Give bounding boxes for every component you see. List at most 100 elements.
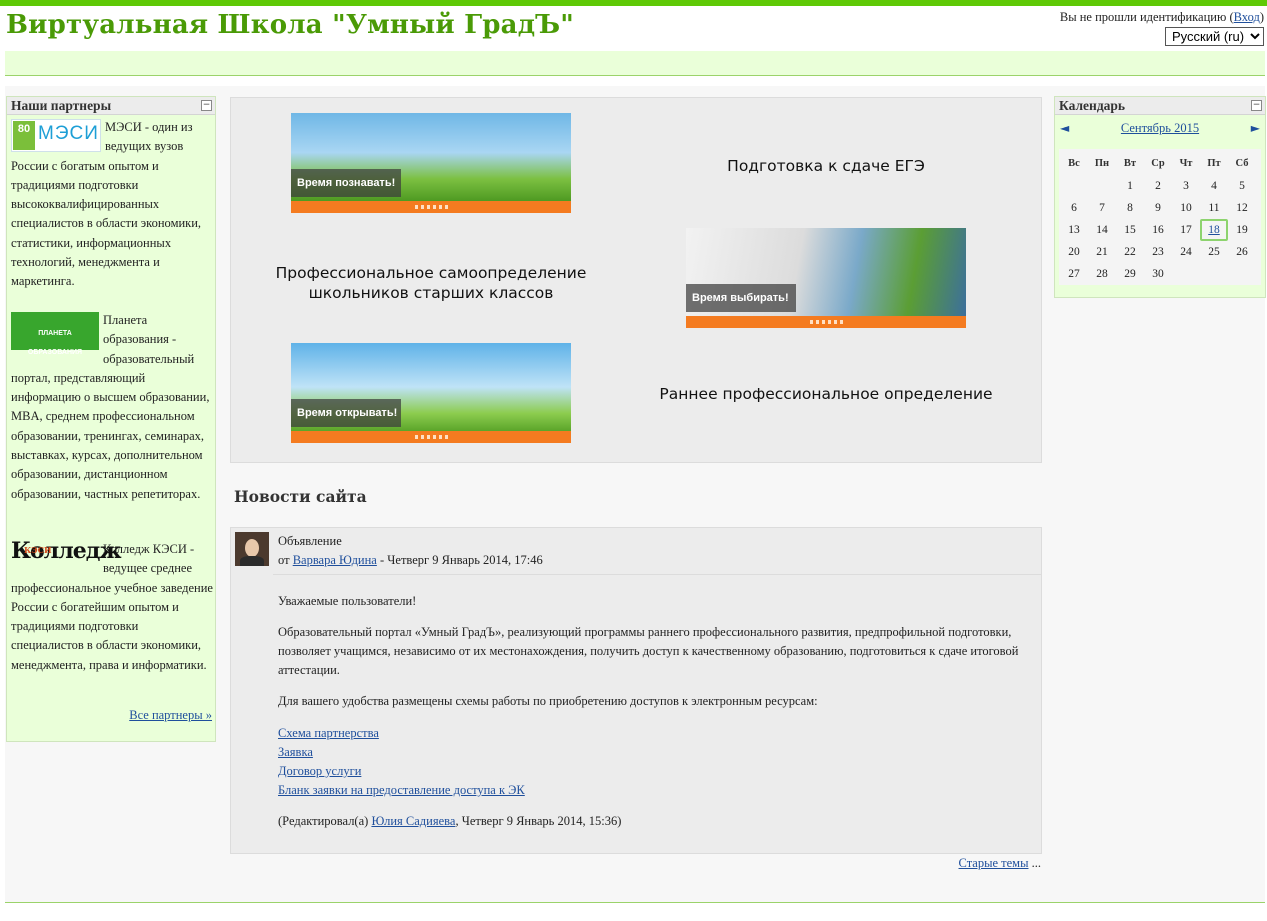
next-month-icon[interactable]: ► — [1251, 121, 1260, 135]
calendar-day: 7 — [1099, 202, 1105, 214]
banner-dots — [415, 435, 449, 439]
calendar-day[interactable]: 18 — [1200, 219, 1228, 241]
planeta-logo[interactable]: ПЛАНЕТА ОБРАЗОВАНИЯ — [11, 312, 99, 356]
post-edited: (Редактировал(а) Юлия Садияева, Четверг … — [278, 812, 1036, 831]
banner-caption: Время открывать! — [291, 399, 401, 427]
promo-panel: Время познавать! Подготовка к сдаче ЕГЭ … — [230, 97, 1042, 463]
top-accent-bar — [0, 0, 1267, 6]
link-access-form[interactable]: Бланк заявки на предоставление доступа к… — [278, 781, 1036, 800]
calendar-table: Вс Пн Вт Ср Чт Пт Сб 1 2 3 4 5 6 7 8 9 10 11 12 13 14 15 16 17 1… — [1059, 149, 1261, 285]
footer-line — [5, 902, 1265, 903]
older-topics: Старые темы ... — [959, 856, 1041, 871]
banner-choose[interactable]: Время выбирать! — [686, 228, 966, 328]
link-service-contract[interactable]: Договор услуги — [278, 762, 1036, 781]
calendar-day: 20 — [1068, 246, 1080, 258]
calendar-day: 19 — [1236, 224, 1248, 236]
promo-text-selfdetermination[interactable]: Профессиональное самоопределение школьни… — [271, 263, 591, 303]
post-greeting: Уважаемые пользователи! — [278, 594, 417, 608]
login-link[interactable]: Вход — [1234, 10, 1260, 24]
link-application[interactable]: Заявка — [278, 743, 1036, 762]
calendar-day: 8 — [1127, 202, 1133, 214]
calendar-weekday: Вт — [1123, 158, 1137, 169]
calendar-day: 21 — [1096, 246, 1108, 258]
calendar-block-header: Календарь − — [1055, 97, 1265, 115]
post-header: Объявление от Варвара Юдина - Четверг 9 … — [273, 528, 1041, 575]
navbar — [5, 51, 1265, 76]
partners-block-header: Наши партнеры − — [7, 97, 215, 115]
partner-college: Колледж КЭСИ Колледж КЭСИ - ведущее сред… — [11, 540, 213, 675]
partners-block-title: Наши партнеры — [11, 98, 112, 113]
partner-mesi: 80 МЭСИ МЭСИ - один из ведущих вузов Рос… — [11, 118, 213, 292]
post-paragraph: Образовательный портал «Умный ГрадЪ», ре… — [278, 625, 1019, 677]
calendar-day: 22 — [1124, 246, 1136, 258]
calendar-day: 23 — [1152, 246, 1164, 258]
calendar-day: 5 — [1239, 180, 1245, 192]
avatar-face — [245, 539, 259, 557]
calendar-day: 14 — [1096, 224, 1108, 236]
banner-caption: Время познавать! — [291, 169, 401, 197]
calendar-day: 2 — [1155, 180, 1161, 192]
calendar-weekday: Вс — [1068, 158, 1080, 169]
partners-block: Наши партнеры − 80 МЭСИ МЭСИ - один из в… — [6, 96, 216, 742]
promo-text-early[interactable]: Раннее профессиональное определение — [651, 384, 1001, 404]
post-subject: Объявление — [278, 534, 342, 548]
calendar-weekday: Ср — [1151, 158, 1165, 169]
post-edited-prefix: (Редактировал(а) — [278, 814, 372, 828]
post-edited-suffix: , Четверг 9 Январь 2014, 15:36) — [455, 814, 622, 828]
banner-dots — [810, 320, 844, 324]
calendar-block-title: Календарь — [1059, 98, 1126, 113]
post-body: Уважаемые пользователи! Образовательный … — [273, 575, 1041, 853]
post-links: Схема партнерства Заявка Договор услуги … — [278, 724, 1036, 800]
post-date: - Четверг 9 Январь 2014, 17:46 — [376, 553, 543, 567]
avatar[interactable] — [235, 532, 269, 566]
avatar-shirt — [240, 556, 264, 566]
calendar-nav: ◄ Сентябрь 2015 ► — [1055, 121, 1265, 137]
calendar-weekday: Пн — [1094, 158, 1110, 169]
calendar-today-link[interactable]: 18 — [1208, 224, 1220, 236]
older-topics-link[interactable]: Старые темы — [959, 856, 1029, 870]
calendar-day: 10 — [1180, 202, 1192, 214]
banner-learn[interactable]: Время познавать! — [291, 113, 571, 213]
news-post: Объявление от Варвара Юдина - Четверг 9 … — [230, 527, 1042, 854]
post-side — [231, 528, 273, 853]
calendar-block: Календарь − ◄ Сентябрь 2015 ► Вс Пн Вт Ср Чт… — [1054, 96, 1266, 298]
banner-caption: Время выбирать! — [686, 284, 796, 312]
calendar-month-link[interactable]: Сентябрь 2015 — [1121, 121, 1199, 135]
calendar-day: 12 — [1236, 202, 1248, 214]
calendar-day: 17 — [1180, 224, 1192, 236]
college-logo[interactable]: Колледж КЭСИ — [11, 540, 122, 569]
calendar-day: 26 — [1236, 246, 1248, 258]
link-partnership-scheme[interactable]: Схема партнерства — [278, 724, 1036, 743]
site-title: Виртуальная Школа "Умный ГрадЪ" — [6, 10, 575, 40]
post-editor-link[interactable]: Юлия Садияева — [371, 814, 455, 828]
calendar-day: 11 — [1208, 202, 1220, 214]
calendar-day: 6 — [1071, 202, 1077, 214]
calendar-day: 24 — [1180, 246, 1192, 258]
post-author-line: от Варвара Юдина - Четверг 9 Январь 2014… — [278, 553, 543, 568]
post-author-link[interactable]: Варвара Юдина — [293, 553, 377, 567]
collapse-icon[interactable]: − — [201, 100, 212, 111]
calendar-day: 9 — [1155, 202, 1161, 214]
collapse-icon[interactable]: − — [1251, 100, 1262, 111]
calendar-day: 27 — [1068, 268, 1080, 280]
post-schemes-intro: Для вашего удобства размещены схемы рабо… — [278, 694, 818, 708]
planeta-logo-text: ПЛАНЕТА ОБРАЗОВАНИЯ — [27, 330, 83, 357]
all-partners-link[interactable]: Все партнеры » — [129, 708, 212, 723]
calendar-day: 4 — [1211, 180, 1217, 192]
promo-text-ege[interactable]: Подготовка к сдаче ЕГЭ — [671, 156, 981, 176]
mesi-logo-badge: 80 — [13, 121, 35, 150]
older-topics-suffix: ... — [1028, 856, 1041, 870]
calendar-day: 13 — [1068, 224, 1080, 236]
calendar-day: 28 — [1096, 268, 1108, 280]
login-suffix: ) — [1259, 10, 1264, 24]
language-select[interactable]: Русский (ru) — [1165, 27, 1264, 46]
mesi-logo[interactable]: 80 МЭСИ — [11, 119, 101, 152]
login-prefix: Вы не прошли идентификацию ( — [1059, 10, 1234, 24]
partner-planeta: ПЛАНЕТА ОБРАЗОВАНИЯ Планета образования … — [11, 311, 213, 504]
calendar-month: Сентябрь 2015 — [1055, 121, 1265, 136]
calendar-day: 3 — [1183, 180, 1189, 192]
calendar-weekday: Чт — [1179, 158, 1193, 169]
news-section-title: Новости сайта — [234, 487, 367, 506]
calendar-day: 15 — [1124, 224, 1136, 236]
banner-discover[interactable]: Время открывать! — [291, 343, 571, 443]
